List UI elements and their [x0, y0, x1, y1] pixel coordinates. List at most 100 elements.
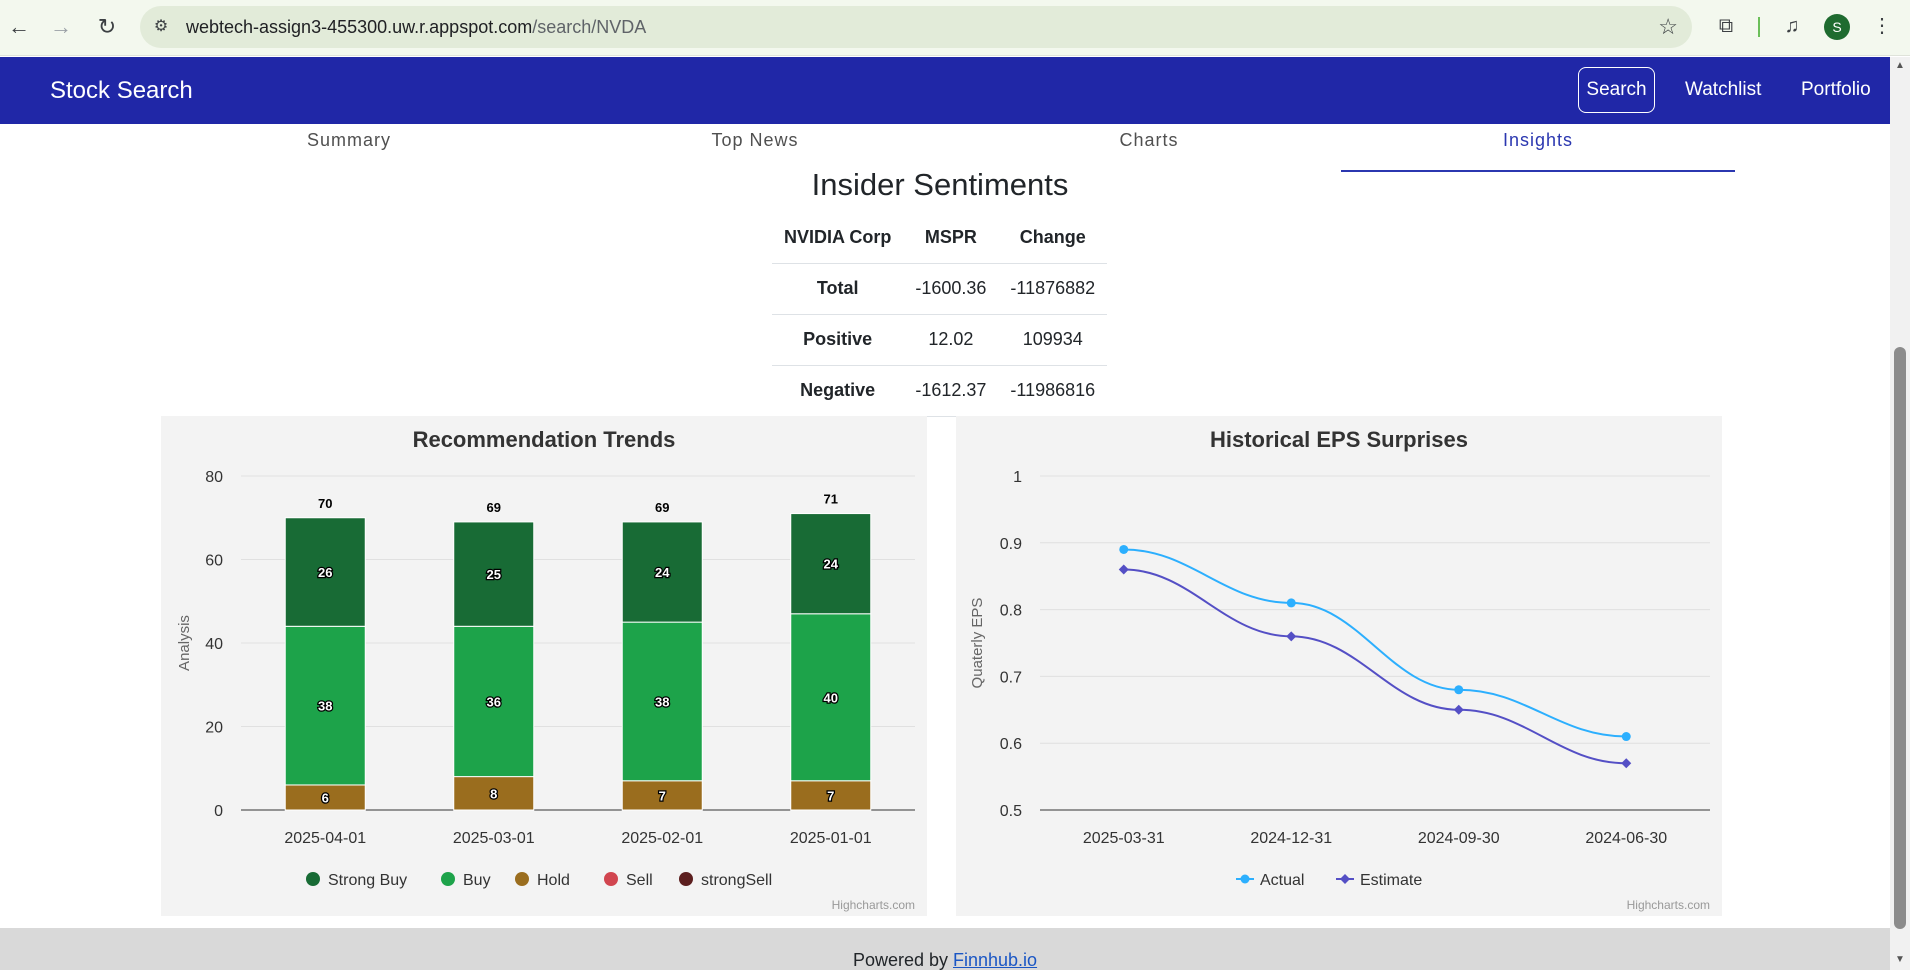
nav-portfolio-link[interactable]: Portfolio	[1801, 79, 1871, 101]
row-label: Total	[772, 263, 904, 315]
mspr-cell: -1612.37	[903, 365, 999, 417]
data-label: 38	[655, 694, 669, 709]
nav-watchlist-link[interactable]: Watchlist	[1685, 79, 1761, 101]
legend-label: Strong Buy	[328, 872, 407, 889]
data-label: 38	[318, 699, 332, 714]
table-row: Positive 12.02 109934	[772, 314, 1108, 366]
table-row: Negative -1612.37 -11986816	[772, 365, 1108, 417]
more-menu-icon[interactable]: ⋮	[1868, 12, 1896, 40]
brand-title[interactable]: Stock Search	[50, 77, 193, 105]
data-label: 25	[487, 567, 501, 582]
tab-insights[interactable]: Insights	[1341, 130, 1735, 151]
legend-marker	[515, 872, 529, 886]
reload-icon[interactable]: ↻	[92, 12, 122, 42]
data-label: 8	[490, 786, 497, 801]
finnhub-link[interactable]: Finnhub.io	[953, 950, 1037, 970]
data-label: 6	[322, 790, 329, 805]
data-point	[1119, 544, 1129, 554]
browser-toolbar: ← → ↻ ⚙ webtech-assign3-455300.uw.r.apps…	[0, 0, 1910, 56]
mspr-cell: 12.02	[903, 314, 999, 366]
y-tick-label: 1	[1013, 469, 1022, 486]
y-tick-label: 0.8	[1000, 603, 1022, 620]
x-tick-label: 2025-01-01	[790, 830, 872, 847]
y-tick-label: 0.5	[1000, 803, 1022, 820]
data-label: 7	[659, 788, 666, 803]
scroll-down-icon[interactable]: ▼	[1894, 954, 1906, 965]
legend-label: Sell	[626, 872, 653, 889]
y-tick-label: 20	[205, 720, 223, 737]
recommendation-trends-chart[interactable]: Recommendation Trends 0 20 40 60 80 Analysis 6 3…	[161, 416, 927, 916]
profile-avatar[interactable]: S	[1824, 14, 1850, 40]
site-info-icon[interactable]: ⚙	[150, 16, 172, 38]
eps-surprises-panel: Historical EPS Surprises 0.5 0.6 0.7 0.8 0.9 1…	[956, 416, 1722, 916]
page-scrollbar[interactable]: ▲ ▼	[1890, 57, 1910, 970]
series-line	[1123, 568, 1627, 765]
x-tick-label: 2025-03-31	[1083, 830, 1165, 847]
legend-marker	[1340, 874, 1350, 884]
data-point	[1621, 758, 1632, 769]
footer-text: Powered by Finnhub.io	[852, 950, 1038, 970]
table-header-cell: Change	[998, 212, 1108, 264]
tab-summary[interactable]: Summary	[152, 130, 546, 151]
total-label: 69	[487, 500, 501, 515]
data-label: 7	[827, 788, 834, 803]
y-tick-label: 80	[205, 469, 223, 486]
tab-charts[interactable]: Charts	[952, 130, 1346, 151]
scroll-thumb[interactable]	[1894, 347, 1906, 929]
recommendation-trends-panel: Recommendation Trends 0 20 40 60 80 Analysis 6 3…	[161, 416, 927, 916]
data-point	[1286, 631, 1297, 642]
scroll-up-icon[interactable]: ▲	[1894, 60, 1906, 71]
eps-surprises-chart[interactable]: Historical EPS Surprises 0.5 0.6 0.7 0.8 0.9 1…	[956, 416, 1722, 916]
x-tick-label: 2024-06-30	[1585, 830, 1667, 847]
data-point	[1286, 598, 1296, 608]
chart-title: Recommendation Trends	[413, 427, 676, 452]
data-point	[1453, 704, 1464, 715]
legend-marker	[306, 872, 320, 886]
app-navbar: Stock Search Search Watchlist Portfolio	[0, 57, 1890, 124]
nav-search-link[interactable]: Search	[1578, 67, 1655, 113]
extensions-icon[interactable]: ⧉	[1712, 12, 1740, 40]
data-label: 40	[824, 690, 838, 705]
bookmark-star-icon[interactable]: ☆	[1658, 14, 1678, 40]
url-text[interactable]: webtech-assign3-455300.uw.r.appspot.com/…	[186, 17, 646, 38]
media-controls-icon[interactable]: ♫	[1778, 12, 1806, 40]
insider-sentiments-table: NVIDIA Corp MSPR Change Total -1600.36 -…	[772, 212, 1108, 417]
legend-label: Hold	[537, 872, 570, 889]
row-label: Negative	[772, 365, 904, 417]
back-arrow-icon[interactable]: ←	[4, 12, 34, 42]
table-row: Total -1600.36 -11876882	[772, 263, 1108, 315]
data-point	[1621, 732, 1631, 742]
x-tick-label: 2024-12-31	[1250, 830, 1332, 847]
y-tick-label: 40	[205, 636, 223, 653]
legend-label: Actual	[1260, 872, 1304, 889]
table-header-row: NVIDIA Corp MSPR Change	[772, 212, 1108, 264]
row-label: Positive	[772, 314, 904, 366]
forward-arrow-icon[interactable]: →	[46, 12, 76, 42]
y-tick-label: 0.6	[1000, 736, 1022, 753]
total-label: 71	[824, 492, 838, 507]
mspr-cell: -1600.36	[903, 263, 999, 315]
data-label: 26	[318, 565, 332, 580]
total-label: 69	[655, 500, 669, 515]
legend-label: Estimate	[1360, 872, 1422, 889]
tab-top-news[interactable]: Top News	[558, 130, 952, 151]
change-cell: -11876882	[998, 263, 1108, 315]
y-tick-label: 60	[205, 553, 223, 570]
data-label: 24	[824, 557, 839, 572]
change-cell: -11986816	[998, 365, 1108, 417]
table-header-cell: MSPR	[903, 212, 999, 264]
table-header-cell: NVIDIA Corp	[772, 212, 904, 264]
data-label: 36	[487, 694, 501, 709]
legend-marker	[679, 872, 693, 886]
data-point	[1454, 685, 1464, 695]
address-bar[interactable]: ⚙ webtech-assign3-455300.uw.r.appspot.co…	[140, 6, 1692, 48]
total-label: 70	[318, 496, 332, 511]
page-footer: Powered by Finnhub.io	[0, 928, 1890, 970]
legend-marker	[604, 872, 618, 886]
y-tick-label: 0.7	[1000, 669, 1022, 686]
insider-sentiments-title: Insider Sentiments	[811, 167, 1069, 202]
x-tick-label: 2025-04-01	[284, 830, 366, 847]
legend-marker	[1240, 874, 1250, 884]
chart-credit[interactable]: Highcharts.com	[832, 898, 915, 912]
chart-credit[interactable]: Highcharts.com	[1627, 898, 1710, 912]
